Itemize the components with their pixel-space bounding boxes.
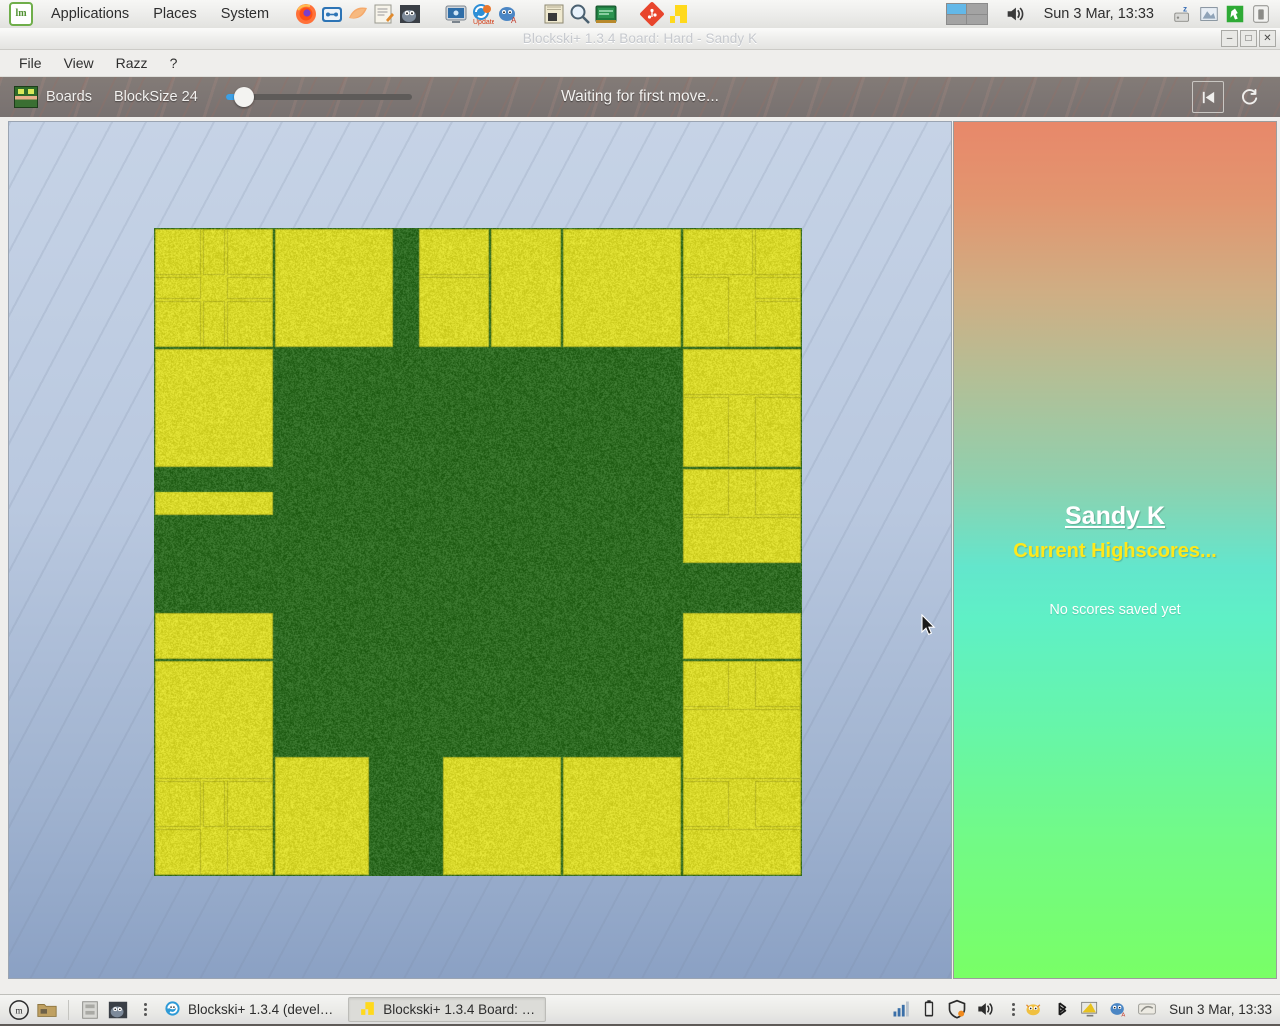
bottom-taskbar: m Blockski+ 1.3.4 (devel… Blockski+ 1.3.… xyxy=(0,994,1280,1024)
battery-icon[interactable] xyxy=(919,999,941,1021)
power-icon[interactable] xyxy=(1250,3,1272,25)
gimp-icon[interactable] xyxy=(398,2,422,26)
top-panel: lm Applications Places System Update A S… xyxy=(0,0,1280,29)
text-editor-icon[interactable] xyxy=(372,2,396,26)
toolbar-buttons xyxy=(1192,81,1280,113)
suspend-icon[interactable]: z xyxy=(1172,3,1194,25)
remote-desktop-icon[interactable] xyxy=(444,2,468,26)
panel-clock[interactable]: Sun 3 Mar, 13:33 xyxy=(1028,6,1170,22)
slider-knob[interactable] xyxy=(233,87,254,107)
screenshot-icon[interactable] xyxy=(1198,3,1220,25)
taskbar-window-label: Blockski+ 1.3.4 (devel… xyxy=(188,1002,334,1017)
shield-icon[interactable] xyxy=(947,999,969,1021)
blocksize-label: BlockSize 24 xyxy=(113,89,198,105)
reload-icon[interactable] xyxy=(1234,82,1264,112)
menu-razz[interactable]: Razz xyxy=(105,52,159,74)
logout-icon[interactable] xyxy=(1224,3,1246,25)
window-list-handle[interactable] xyxy=(144,1003,147,1016)
minimize-button[interactable]: – xyxy=(1221,30,1238,47)
taskbar-window-blockski-dev[interactable]: Blockski+ 1.3.4 (devel… xyxy=(153,997,344,1022)
kde-icon[interactable]: A xyxy=(1108,999,1130,1021)
window-menubar: File View Razz ? xyxy=(0,50,1280,77)
taskbar-separator xyxy=(68,999,69,1020)
git-icon[interactable] xyxy=(640,2,664,26)
svg-text:A: A xyxy=(511,16,517,25)
bluetooth-icon[interactable] xyxy=(1052,999,1074,1021)
volume-icon[interactable] xyxy=(1004,3,1026,25)
skip-to-start-icon[interactable] xyxy=(1192,81,1224,113)
sound-recorder-icon[interactable] xyxy=(594,2,618,26)
close-button[interactable]: ✕ xyxy=(1259,30,1276,47)
window-titlebar[interactable]: Blockski+ 1.3.4 Board: Hard - Sandy K – … xyxy=(0,28,1280,50)
highscores-subtitle: Current Highscores... xyxy=(1013,540,1217,562)
handle-icon[interactable] xyxy=(1012,1003,1016,1016)
board-grid[interactable] xyxy=(154,228,802,876)
player-name: Sandy K xyxy=(1064,502,1166,530)
taskbar-window-label: Blockski+ 1.3.4 Board: … xyxy=(383,1002,536,1017)
taskbar-tray: A Sun 3 Mar, 13:33 xyxy=(888,999,1280,1021)
board-canvas-area[interactable] xyxy=(8,121,952,979)
window-controls: – □ ✕ xyxy=(1221,30,1276,47)
gimp-icon[interactable] xyxy=(107,999,129,1021)
blockski-icon[interactable] xyxy=(666,2,690,26)
taskbar-window-blockski-board[interactable]: Blockski+ 1.3.4 Board: … xyxy=(348,997,547,1022)
panel-menu-applications[interactable]: Applications xyxy=(40,4,140,24)
network-icon[interactable] xyxy=(1136,999,1158,1021)
window-title: Blockski+ 1.3.4 Board: Hard - Sandy K xyxy=(522,31,758,46)
tunnel-icon[interactable] xyxy=(320,2,344,26)
signal-icon[interactable] xyxy=(891,999,913,1021)
menu-file[interactable]: File xyxy=(8,52,53,74)
board-icon[interactable] xyxy=(14,86,38,108)
display-icon[interactable] xyxy=(1080,999,1102,1021)
panel-menu-system[interactable]: System xyxy=(210,4,280,24)
menu-view[interactable]: View xyxy=(53,52,105,74)
highscores-panel: Sandy K Current Highscores... No scores … xyxy=(953,121,1277,979)
window-content: Sandy K Current Highscores... No scores … xyxy=(0,117,1280,979)
opera-icon[interactable] xyxy=(346,2,370,26)
taskbar-clock[interactable]: Sun 3 Mar, 13:33 xyxy=(1169,1002,1272,1017)
mint-logo-icon[interactable]: lm xyxy=(9,2,33,26)
svg-text:A: A xyxy=(1122,1012,1126,1018)
archive-icon[interactable] xyxy=(79,999,101,1021)
menu-help[interactable]: ? xyxy=(159,52,189,74)
panel-launchers: Update A xyxy=(294,2,690,26)
no-scores-message: No scores saved yet xyxy=(1049,602,1181,618)
files-icon[interactable] xyxy=(36,999,58,1021)
blocksize-slider[interactable] xyxy=(225,87,412,107)
blockski-dev-icon xyxy=(164,1000,181,1020)
panel-menu-places[interactable]: Places xyxy=(142,4,208,24)
game-board[interactable] xyxy=(154,228,802,876)
pet-icon[interactable] xyxy=(1024,999,1046,1021)
workspace-switcher[interactable] xyxy=(945,3,988,25)
blockski-board-icon xyxy=(359,1000,376,1020)
mint-menu-icon[interactable]: m xyxy=(8,999,30,1021)
document-viewer-icon[interactable] xyxy=(542,2,566,26)
game-toolbar: Boards BlockSize 24 Waiting for first mo… xyxy=(0,77,1280,117)
blockski-window: Blockski+ 1.3.4 Board: Hard - Sandy K – … xyxy=(0,28,1280,995)
svg-text:Update: Update xyxy=(473,19,494,26)
svg-text:z: z xyxy=(1183,4,1187,13)
volume-icon[interactable] xyxy=(975,999,997,1021)
desktop-screen: lm Applications Places System Update A S… xyxy=(0,0,1280,1024)
boards-label[interactable]: Boards xyxy=(46,89,92,105)
update-manager-icon[interactable]: Update xyxy=(470,2,496,26)
ksnip-icon[interactable]: A xyxy=(496,2,520,26)
maximize-button[interactable]: □ xyxy=(1240,30,1257,47)
panel-right-area: Sun 3 Mar, 13:33 z xyxy=(945,3,1280,25)
firefox-icon[interactable] xyxy=(294,2,318,26)
magnifier-icon[interactable] xyxy=(568,2,592,26)
svg-text:m: m xyxy=(15,1005,22,1015)
